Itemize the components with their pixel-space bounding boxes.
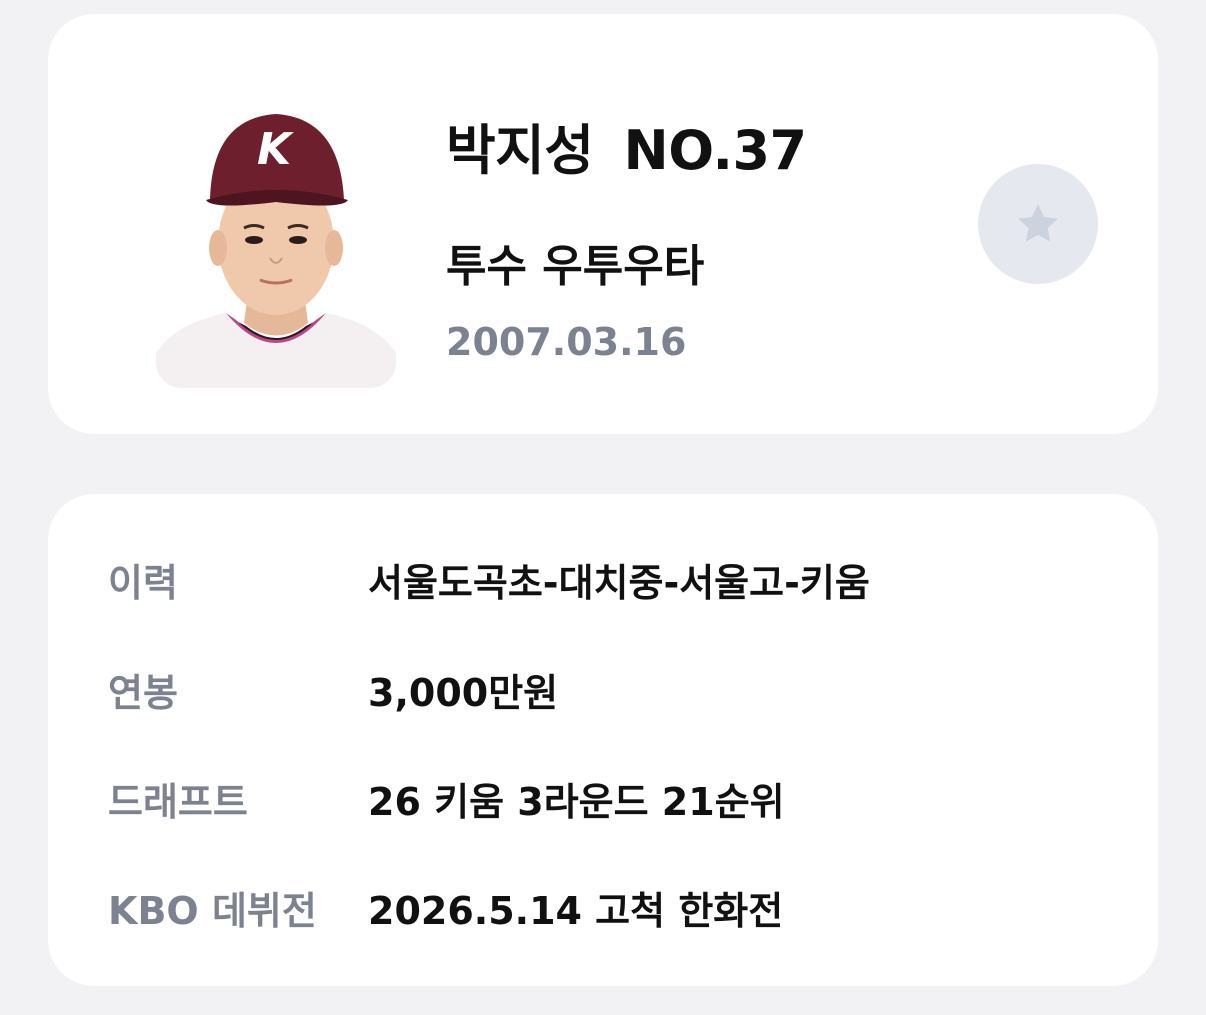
info-row-career: 이력 서울도곡초-대치중-서울고-키움	[108, 552, 1108, 612]
player-photo-image: K	[156, 108, 396, 388]
player-birthdate: 2007.03.16	[446, 320, 687, 364]
cap-logo: K	[257, 124, 294, 175]
info-card: 이력 서울도곡초-대치중-서울고-키움 연봉 3,000만원 드래프트 26 키…	[48, 494, 1158, 986]
info-label: 연봉	[108, 671, 178, 715]
info-label: 드래프트	[108, 780, 248, 824]
player-number: NO.37	[623, 119, 808, 182]
player-photo: K	[156, 108, 396, 388]
player-position: 투수 우투우타	[446, 241, 705, 292]
info-value: 3,000만원	[368, 671, 559, 715]
info-row-draft: 드래프트 26 키움 3라운드 21순위	[108, 771, 1108, 831]
info-value: 서울도곡초-대치중-서울고-키움	[368, 561, 870, 605]
profile-card: K 박지성 NO.37 투수 우투우타 2007.03.16	[48, 14, 1158, 434]
player-name-line: 박지성 NO.37	[446, 106, 807, 185]
star-icon	[1018, 204, 1058, 242]
info-value: 26 키움 3라운드 21순위	[368, 780, 785, 824]
favorite-button[interactable]	[978, 164, 1098, 284]
info-value: 2026.5.14 고척 한화전	[368, 889, 784, 933]
info-row-salary: 연봉 3,000만원	[108, 662, 1108, 722]
info-label: KBO 데뷔전	[108, 889, 317, 933]
player-name: 박지성	[446, 119, 594, 182]
info-label: 이력	[108, 561, 178, 605]
info-row-debut: KBO 데뷔전 2026.5.14 고척 한화전	[108, 880, 1108, 940]
